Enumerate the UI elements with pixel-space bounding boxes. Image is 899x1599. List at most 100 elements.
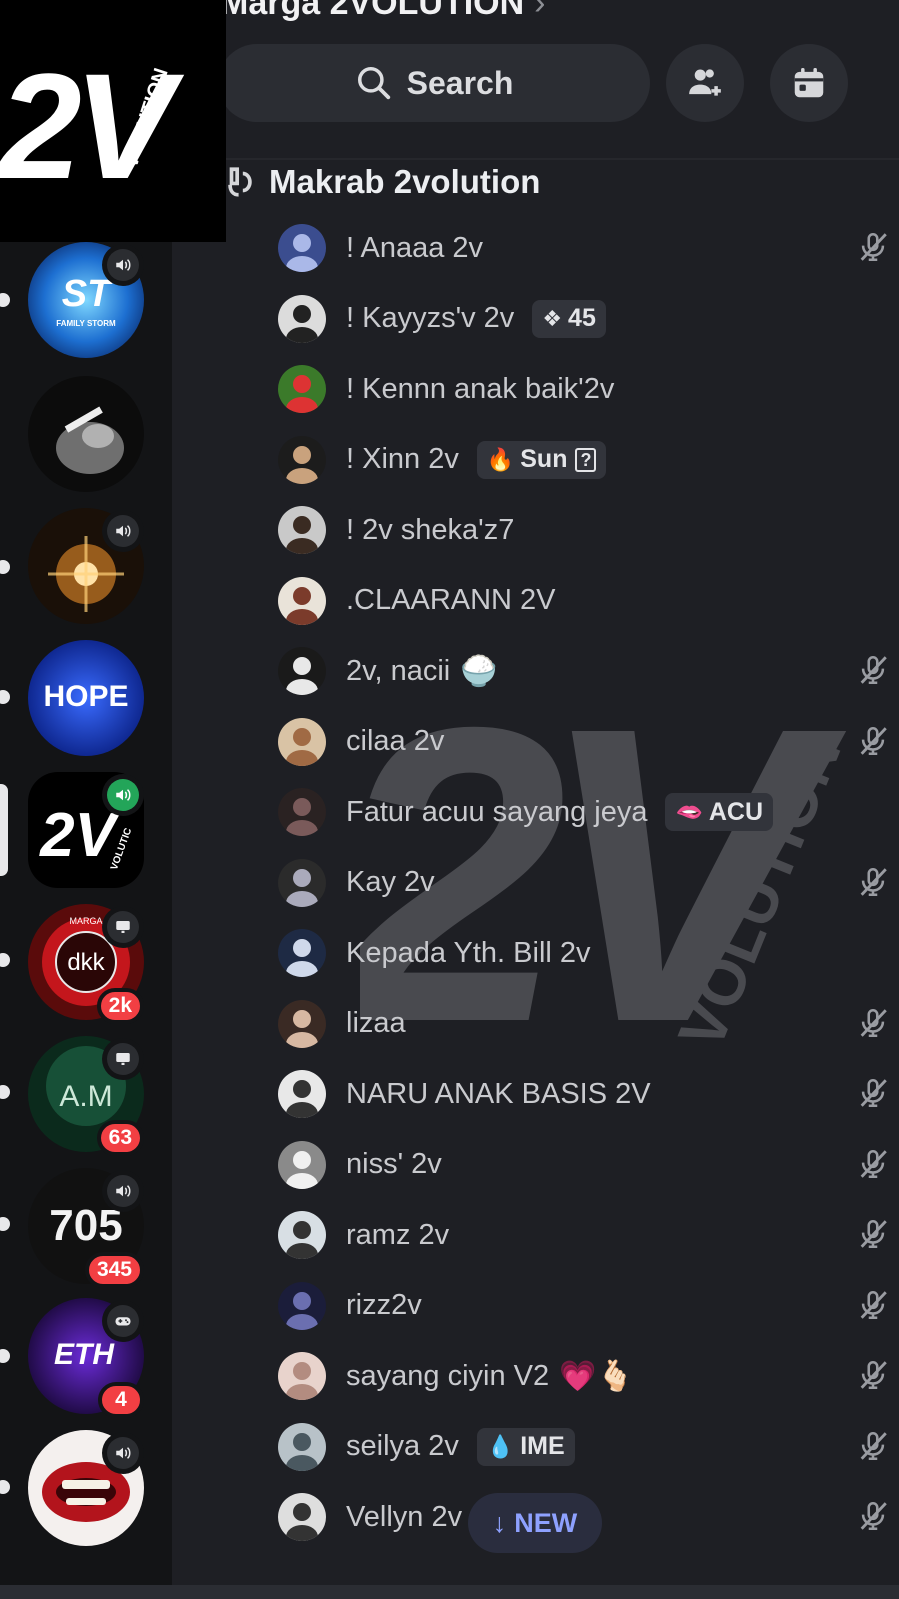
server-tag-badge[interactable]: 🫦 ACU: [665, 793, 774, 831]
app-root: ST FAMILY STORM HOPE 2V VOLUTIC dkk MARG…: [0, 0, 899, 1599]
server-icon-family-storm[interactable]: ST FAMILY STORM: [28, 242, 144, 358]
speaker-icon: [116, 1185, 131, 1197]
voice-member-row[interactable]: ramz 2v: [278, 1207, 887, 1263]
member-avatar: [278, 365, 326, 413]
svg-text:FAMILY STORM: FAMILY STORM: [56, 319, 116, 328]
voice-status: [102, 510, 144, 552]
voice-member-row[interactable]: .CLAARANN 2V: [278, 573, 878, 629]
member-name: ! 2v sheka'z7: [346, 513, 515, 546]
voice-member-row[interactable]: sayang ciyin V2 💗🫰🏻: [278, 1348, 887, 1404]
server-icon-am[interactable]: A.M 63: [28, 1036, 144, 1156]
unread-indicator: [0, 1349, 10, 1363]
svg-text:2V: 2V: [39, 801, 120, 870]
voice-status: [102, 1432, 144, 1474]
voice-member-row[interactable]: Kay 2v: [278, 855, 887, 911]
channel-name: Makrab 2volution: [269, 163, 541, 200]
member-name: Kepada Yth. Bill 2v: [346, 936, 591, 969]
voice-member-row[interactable]: NARU ANAK BASIS 2V: [278, 1066, 887, 1122]
voice-channel-header[interactable]: Makrab 2volution: [225, 160, 540, 204]
unread-indicator: [0, 1480, 10, 1494]
events-button[interactable]: [770, 44, 848, 122]
chevron-right-icon: ›: [534, 0, 546, 22]
server-icon-dkk[interactable]: dkk MARGA 2k: [28, 904, 144, 1024]
server-icon-10[interactable]: [28, 1430, 144, 1546]
unread-indicator: [0, 1085, 10, 1099]
member-avatar: [278, 647, 326, 695]
voice-member-row[interactable]: cilaa 2v: [278, 714, 887, 770]
invite-members-button[interactable]: [666, 44, 744, 122]
svg-text:ETH: ETH: [54, 1338, 115, 1371]
server-icon-705[interactable]: 705 345: [28, 1168, 144, 1288]
speaker-icon: [116, 789, 131, 801]
member-emoji: 💗🫰🏻: [559, 1359, 634, 1393]
voice-member-row[interactable]: lizaa: [278, 996, 887, 1052]
member-avatar: [278, 1352, 326, 1400]
voice-member-row[interactable]: ! 2v sheka'z7: [278, 502, 878, 558]
member-name: NARU ANAK BASIS 2V: [346, 1077, 651, 1110]
voice-member-row[interactable]: ! Anaaa 2v: [278, 220, 887, 276]
mention-count-badge: 2k: [96, 988, 144, 1024]
member-avatar: [278, 788, 326, 836]
server-tag-badge[interactable]: ❖ 45: [532, 299, 606, 338]
member-name: seilya 2v: [346, 1430, 459, 1462]
mention-count-badge: 4: [98, 1382, 144, 1418]
member-name: Vellyn 2v: [346, 1500, 463, 1533]
member-avatar: [278, 1281, 326, 1330]
member-avatar: [278, 929, 326, 977]
voice-status: [102, 244, 144, 286]
muted-mic-icon: [860, 232, 887, 262]
search-label: Search: [406, 64, 514, 101]
voice-member-row[interactable]: ! Xinn 2v 🔥 Sun?: [278, 432, 878, 488]
server-icon-3[interactable]: [28, 508, 144, 624]
muted-mic-icon: [860, 1431, 887, 1460]
member-name: lizaa: [346, 1007, 406, 1039]
bottom-bar: [0, 1585, 899, 1599]
server-icon-hope[interactable]: HOPE: [28, 640, 144, 756]
tag-icon: 🫦: [675, 799, 703, 824]
voice-member-row[interactable]: seilya 2v 💧 IME: [278, 1419, 887, 1475]
svg-text:dkk: dkk: [67, 949, 105, 976]
muted-mic-icon: [860, 726, 887, 755]
screen-share-icon: [116, 921, 130, 933]
member-name: sayang ciyin V2: [346, 1359, 550, 1392]
voice-member-row[interactable]: 2v, nacii 🍚: [278, 643, 887, 699]
voice-member-row[interactable]: ! Kayyzs'v 2v ❖ 45: [278, 291, 878, 347]
muted-mic-icon: [860, 1008, 887, 1037]
member-name: rizz2v: [346, 1289, 422, 1321]
voice-status: [102, 1170, 144, 1212]
server-tag-badge[interactable]: 💧 IME: [476, 1427, 575, 1466]
voice-status: [102, 1300, 144, 1342]
member-avatar: [278, 506, 326, 554]
server-icon-2[interactable]: [28, 376, 144, 492]
member-avatar: [278, 1070, 326, 1118]
svg-text:2V: 2V: [0, 42, 185, 210]
voice-member-row[interactable]: ! Kennn anak baik'2v: [278, 361, 878, 417]
member-avatar: [278, 717, 326, 766]
server-icon-eth[interactable]: ETH 4: [28, 1298, 144, 1418]
add-member-icon: [689, 69, 721, 96]
member-name: ! Kennn anak baik'2v: [346, 372, 615, 405]
member-avatar: [278, 576, 326, 625]
svg-text:ST: ST: [62, 273, 113, 315]
muted-mic-icon: [860, 1501, 887, 1531]
tag-label: IME: [520, 1432, 565, 1460]
muted-mic-icon: [860, 1290, 887, 1319]
muted-mic-icon: [860, 1149, 887, 1178]
server-icon-2volution[interactable]: 2V VOLUTIC: [28, 772, 144, 888]
search-button[interactable]: Search: [218, 44, 650, 122]
voice-member-row[interactable]: Fatur acuu sayang jeya 🫦 ACU: [278, 784, 878, 840]
server-tag-badge[interactable]: 🔥 Sun?: [476, 440, 607, 479]
member-emoji: 🍚: [460, 654, 498, 688]
speaker-icon: [116, 259, 131, 271]
tag-label: Sun: [520, 445, 568, 473]
new-messages-button[interactable]: ↓ NEW: [468, 1493, 602, 1553]
unread-indicator: [0, 293, 10, 307]
member-name: cilaa 2v: [346, 725, 445, 757]
voice-member-row[interactable]: rizz2v: [278, 1278, 887, 1334]
voice-member-row[interactable]: Kepada Yth. Bill 2v: [278, 925, 878, 981]
guild-title[interactable]: Marga 2VOLUTION ›: [220, 0, 546, 23]
voice-status: [102, 774, 144, 816]
muted-mic-icon: [860, 1360, 887, 1390]
voice-member-row[interactable]: niss' 2v: [278, 1137, 887, 1193]
member-name: niss' 2v: [346, 1148, 442, 1180]
